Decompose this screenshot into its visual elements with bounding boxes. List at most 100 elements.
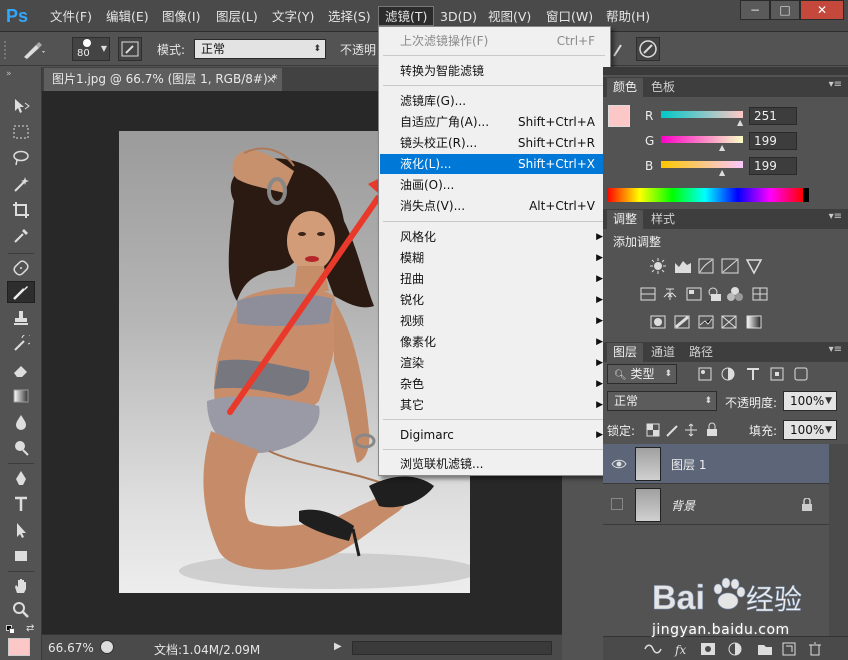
menu-item-video[interactable]: 视频 ▶ <box>380 311 609 331</box>
panel-menu-icon[interactable]: ▾≡ <box>829 211 842 222</box>
menu-item-filter-gallery[interactable]: 滤镜库(G)... <box>380 91 609 111</box>
horizontal-scrollbar[interactable] <box>352 641 552 655</box>
gradient-tool-icon[interactable] <box>7 385 35 407</box>
status-arrow-icon[interactable]: ▶ <box>334 641 342 652</box>
channel-r-slider[interactable] <box>661 111 743 118</box>
menu-item-adaptive-wide-angle[interactable]: 自适应广角(A)... Shift+Ctrl+A <box>380 112 609 132</box>
panel-menu-icon[interactable]: ▾≡ <box>829 79 842 90</box>
maximize-button[interactable]: □ <box>770 0 800 20</box>
menu-filter[interactable]: 滤镜(T) <box>378 6 435 26</box>
mode-select[interactable]: 正常 ⬍ <box>194 39 326 59</box>
menu-item-vanishing-point[interactable]: 消失点(V)... Alt+Ctrl+V <box>380 196 609 216</box>
channel-r-value[interactable]: 251 <box>749 107 797 125</box>
tab-layers[interactable]: 图层 <box>607 343 644 362</box>
menu-item-other[interactable]: 其它 ▶ <box>380 395 609 415</box>
zoom-tool-icon[interactable] <box>7 599 35 621</box>
menu-help[interactable]: 帮助(H) <box>600 7 656 27</box>
channel-b-slider[interactable] <box>661 161 743 168</box>
tab-styles[interactable]: 样式 <box>645 210 681 229</box>
channel-g-slider[interactable] <box>661 136 743 143</box>
path-selection-tool-icon[interactable] <box>7 519 35 541</box>
layer-name[interactable]: 背景 <box>671 497 695 514</box>
minimize-button[interactable]: − <box>740 0 770 20</box>
color-panel-foreground-swatch[interactable] <box>608 105 630 127</box>
clone-stamp-tool-icon[interactable] <box>7 307 35 329</box>
menu-item-convert-smart-filter[interactable]: 转换为智能滤镜 <box>380 61 609 81</box>
menu-view[interactable]: 视图(V) <box>482 7 537 27</box>
dodge-tool-icon[interactable] <box>7 437 35 459</box>
menu-item-blur[interactable]: 模糊 ▶ <box>380 248 609 268</box>
menu-type[interactable]: 文字(Y) <box>266 7 320 27</box>
layer-action-icons[interactable]: fx <box>643 641 843 657</box>
menu-item-lens-correction[interactable]: 镜头校正(R)... Shift+Ctrl+R <box>380 133 609 153</box>
swap-colors-icon[interactable]: ⇄ <box>26 623 34 634</box>
menu-layer[interactable]: 图层(L) <box>210 7 264 27</box>
document-tab[interactable]: 图片1.jpg @ 66.7% (图层 1, RGB/8#) * × <box>44 68 282 91</box>
color-spectrum-bar[interactable] <box>607 188 803 202</box>
adjustment-icons-row-1[interactable] <box>649 257 769 275</box>
tablet-pressure-icon[interactable] <box>636 37 660 61</box>
crop-tool-icon[interactable] <box>7 199 35 221</box>
marquee-tool-icon[interactable] <box>7 121 35 143</box>
lasso-tool-icon[interactable] <box>7 147 35 169</box>
channel-b-value[interactable]: 199 <box>749 157 797 175</box>
close-tab-icon[interactable]: × <box>266 68 276 90</box>
adjustment-icons-row-2[interactable] <box>639 285 779 303</box>
menu-select[interactable]: 选择(S) <box>322 7 377 27</box>
menu-item-distort[interactable]: 扭曲 ▶ <box>380 269 609 289</box>
eye-icon[interactable] <box>611 457 627 471</box>
brush-panel-toggle-icon[interactable] <box>118 37 142 61</box>
tab-adjustments[interactable]: 调整 <box>607 210 644 229</box>
brush-tool-icon[interactable] <box>7 281 35 303</box>
menu-item-sharpen[interactable]: 锐化 ▶ <box>380 290 609 310</box>
layer-row-background[interactable]: 背景 <box>603 485 829 525</box>
brush-tool-preset-icon[interactable] <box>20 39 46 64</box>
menu-item-digimarc[interactable]: Digimarc ▶ <box>380 425 609 445</box>
visibility-checkbox[interactable] <box>611 498 623 510</box>
menu-window[interactable]: 窗口(W) <box>540 7 599 27</box>
default-colors-icon[interactable] <box>6 625 16 634</box>
eyedropper-tool-icon[interactable] <box>7 225 35 247</box>
layer-opacity-field[interactable]: 100% ▼ <box>783 391 837 411</box>
rectangle-tool-icon[interactable] <box>7 545 35 567</box>
tab-channels[interactable]: 通道 <box>645 343 681 362</box>
menu-file[interactable]: 文件(F) <box>44 7 98 27</box>
grip-handle[interactable] <box>4 41 8 59</box>
menu-item-noise[interactable]: 杂色 ▶ <box>380 374 609 394</box>
menu-item-oil-paint[interactable]: 油画(O)... <box>380 175 609 195</box>
tab-swatches[interactable]: 色板 <box>645 78 681 97</box>
airbrush-icon[interactable] <box>612 42 624 61</box>
collapse-icon[interactable]: » <box>6 69 12 79</box>
adjustment-icons-row-3[interactable] <box>649 313 769 331</box>
blend-mode-select[interactable]: 正常 ⬍ <box>607 391 717 411</box>
move-tool-icon[interactable] <box>7 95 35 117</box>
history-brush-tool-icon[interactable] <box>7 333 35 355</box>
type-tool-icon[interactable] <box>7 493 35 515</box>
tab-paths[interactable]: 路径 <box>683 343 719 362</box>
menu-edit[interactable]: 编辑(E) <box>100 7 155 27</box>
menu-item-liquify[interactable]: 液化(L)... Shift+Ctrl+X <box>380 154 609 174</box>
menu-item-browse-filters-online[interactable]: 浏览联机滤镜... <box>380 454 609 474</box>
brush-size-picker[interactable]: 80 ▼ <box>72 37 110 61</box>
healing-brush-tool-icon[interactable] <box>7 257 35 279</box>
layer-filter-select[interactable]: 🔍︎ 类型 ⬍ <box>607 364 677 384</box>
menu-3d[interactable]: 3D(D) <box>434 7 483 27</box>
panel-menu-icon[interactable]: ▾≡ <box>829 344 842 355</box>
hand-tool-icon[interactable] <box>7 575 35 597</box>
lock-icons[interactable] <box>645 422 721 438</box>
eraser-tool-icon[interactable] <box>7 359 35 381</box>
close-button[interactable]: ✕ <box>800 0 844 20</box>
channel-g-value[interactable]: 199 <box>749 132 797 150</box>
tab-color[interactable]: 颜色 <box>607 78 644 97</box>
layer-filter-icons[interactable] <box>697 366 817 382</box>
menu-item-render[interactable]: 渲染 ▶ <box>380 353 609 373</box>
magic-wand-tool-icon[interactable] <box>7 173 35 195</box>
share-status-icon[interactable] <box>100 640 114 654</box>
layer-row-layer-1[interactable]: 图层 1 <box>603 444 829 484</box>
blur-tool-icon[interactable] <box>7 411 35 433</box>
foreground-color-swatch[interactable] <box>8 638 30 656</box>
menu-item-pixelate[interactable]: 像素化 ▶ <box>380 332 609 352</box>
zoom-level[interactable]: 66.67% <box>48 641 94 655</box>
layer-name[interactable]: 图层 1 <box>671 456 706 473</box>
menu-image[interactable]: 图像(I) <box>156 7 206 27</box>
